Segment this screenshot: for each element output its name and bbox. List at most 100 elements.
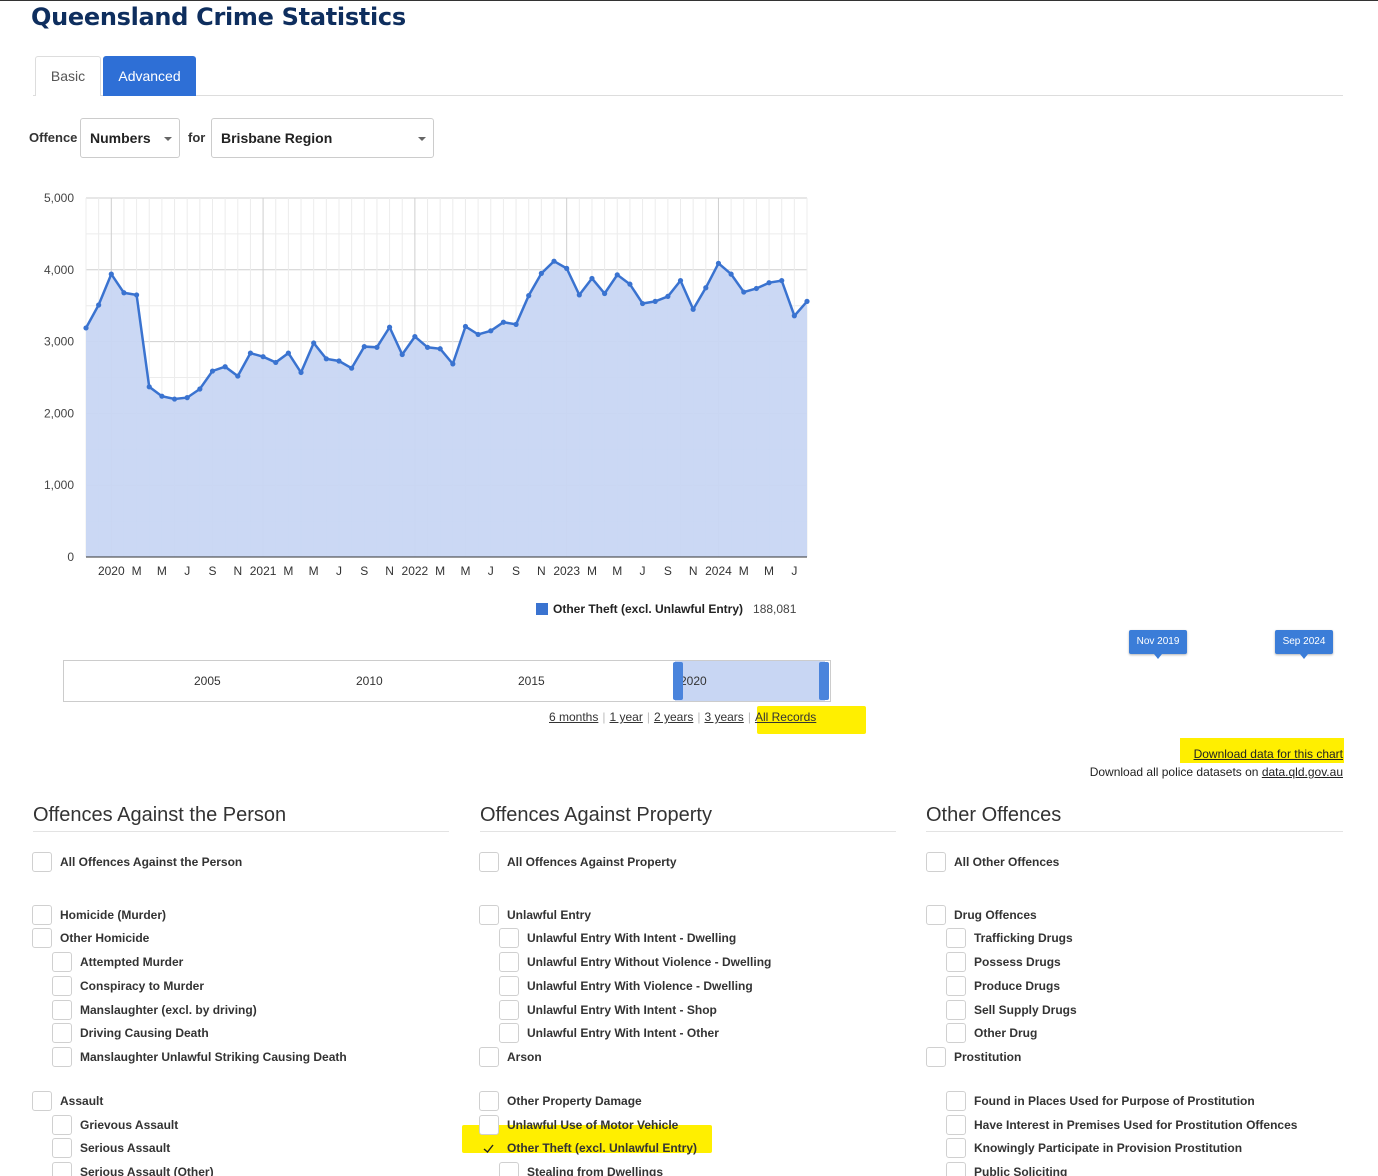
- checkbox[interactable]: [499, 1162, 519, 1176]
- tab-basic[interactable]: Basic: [35, 56, 101, 96]
- data-point: [197, 386, 203, 392]
- data-point: [576, 292, 582, 298]
- download-chart-link[interactable]: Download data for this chart: [1194, 747, 1343, 761]
- checkbox[interactable]: [52, 1138, 72, 1158]
- checkbox[interactable]: [479, 852, 499, 872]
- x-tick-label: J: [184, 564, 190, 578]
- data-point: [500, 319, 507, 325]
- checkbox[interactable]: [946, 1138, 966, 1158]
- checkbox[interactable]: [32, 905, 52, 925]
- data-point: [171, 396, 178, 402]
- data-point: [564, 265, 570, 271]
- checkbox[interactable]: [479, 1091, 499, 1111]
- checkbox[interactable]: [499, 1000, 519, 1020]
- x-tick-label: S: [208, 564, 216, 578]
- checkbox[interactable]: [52, 1000, 72, 1020]
- period-6-months[interactable]: 6 months: [549, 710, 598, 724]
- checkbox-label: Public Soliciting: [974, 1165, 1068, 1176]
- person-heading: Offences Against the Person: [33, 804, 287, 826]
- checkbox[interactable]: [479, 905, 499, 925]
- checkbox[interactable]: [499, 928, 519, 948]
- checkbox[interactable]: [926, 905, 946, 925]
- period-2-years[interactable]: 2 years: [654, 710, 693, 724]
- data-point: [526, 293, 532, 299]
- range-navigator[interactable]: 2005 2010 2015 2020: [63, 660, 831, 702]
- checkbox-label: Other Property Damage: [507, 1094, 642, 1108]
- period-all-records[interactable]: All Records: [755, 710, 816, 724]
- x-tick-label: S: [512, 564, 520, 578]
- checkbox[interactable]: [52, 952, 72, 972]
- checkbox[interactable]: [926, 852, 946, 872]
- period-1-year[interactable]: 1 year: [609, 710, 642, 724]
- data-point: [690, 306, 696, 312]
- checkbox[interactable]: [946, 1091, 966, 1111]
- data-point: [538, 270, 544, 276]
- checkbox[interactable]: [946, 976, 966, 996]
- checkbox[interactable]: [52, 1023, 72, 1043]
- data-point: [273, 359, 279, 366]
- data-point: [652, 298, 658, 304]
- offence-label: Offence: [29, 130, 78, 145]
- y-tick-label: 5,000: [44, 191, 74, 205]
- range-handle-left[interactable]: [673, 662, 683, 700]
- x-tick-label: M: [435, 564, 445, 578]
- data-point: [513, 321, 519, 327]
- checkbox[interactable]: [479, 1047, 499, 1067]
- x-tick-label: 2022: [402, 564, 429, 578]
- checkbox-label: Conspiracy to Murder: [80, 979, 205, 993]
- region-select[interactable]: Brisbane Region: [211, 118, 434, 158]
- page-title: Queensland Crime Statistics: [31, 3, 406, 31]
- chart-legend[interactable]: Other Theft (excl. Unlawful Entry) 188,08…: [536, 602, 796, 616]
- range-handle-right[interactable]: [819, 662, 829, 700]
- checkbox[interactable]: [32, 852, 52, 872]
- data-point: [222, 364, 228, 370]
- period-3-years[interactable]: 3 years: [704, 710, 743, 724]
- x-tick-label: 2021: [250, 564, 277, 578]
- data-point: [715, 260, 722, 266]
- property-heading: Offences Against Property: [480, 804, 712, 826]
- checkbox-label: Drug Offences: [954, 908, 1037, 922]
- checkbox-checked[interactable]: [479, 1138, 499, 1158]
- checkbox[interactable]: [32, 1091, 52, 1111]
- checkbox[interactable]: [32, 928, 52, 948]
- x-tick-label: 2024: [705, 564, 732, 578]
- checkbox[interactable]: [926, 1047, 946, 1067]
- x-tick-label: M: [587, 564, 597, 578]
- checkbox[interactable]: [52, 976, 72, 996]
- data-point: [184, 395, 190, 401]
- checkbox[interactable]: [946, 1162, 966, 1176]
- checkbox[interactable]: [946, 952, 966, 972]
- range-end-flag: Sep 2024: [1275, 630, 1333, 659]
- checkbox-label: Unlawful Entry With Intent - Other: [527, 1026, 719, 1040]
- data-point: [336, 358, 342, 364]
- checkbox[interactable]: [946, 1023, 966, 1043]
- checkbox[interactable]: [946, 928, 966, 948]
- y-tick-label: 2,000: [44, 406, 74, 420]
- data-qld-link[interactable]: data.qld.gov.au: [1262, 765, 1343, 779]
- x-tick-label: J: [791, 564, 797, 578]
- checkbox[interactable]: [946, 1115, 966, 1135]
- checkbox[interactable]: [499, 976, 519, 996]
- checkbox-label: Other Theft (excl. Unlawful Entry): [507, 1141, 698, 1155]
- checkbox[interactable]: [499, 952, 519, 972]
- checkbox[interactable]: [52, 1162, 72, 1176]
- checkbox-label: Assault: [60, 1094, 104, 1108]
- y-tick-label: 4,000: [44, 263, 74, 277]
- checkbox[interactable]: [499, 1023, 519, 1043]
- checkbox-label: Other Drug: [974, 1026, 1038, 1040]
- checkbox[interactable]: [52, 1115, 72, 1135]
- x-tick-label: M: [157, 564, 167, 578]
- data-point: [475, 331, 481, 338]
- data-point: [285, 350, 291, 356]
- checkbox[interactable]: [52, 1047, 72, 1067]
- data-point: [374, 344, 380, 350]
- checkbox-label: Unlawful Entry Without Violence - Dwelli…: [527, 955, 772, 969]
- tab-advanced[interactable]: Advanced: [103, 56, 196, 96]
- data-point: [450, 361, 456, 367]
- data-point: [146, 384, 152, 390]
- checkbox[interactable]: [946, 1000, 966, 1020]
- measure-select[interactable]: Numbers: [80, 118, 180, 158]
- data-point: [235, 373, 241, 379]
- checkbox[interactable]: [479, 1115, 499, 1135]
- data-point: [589, 275, 595, 282]
